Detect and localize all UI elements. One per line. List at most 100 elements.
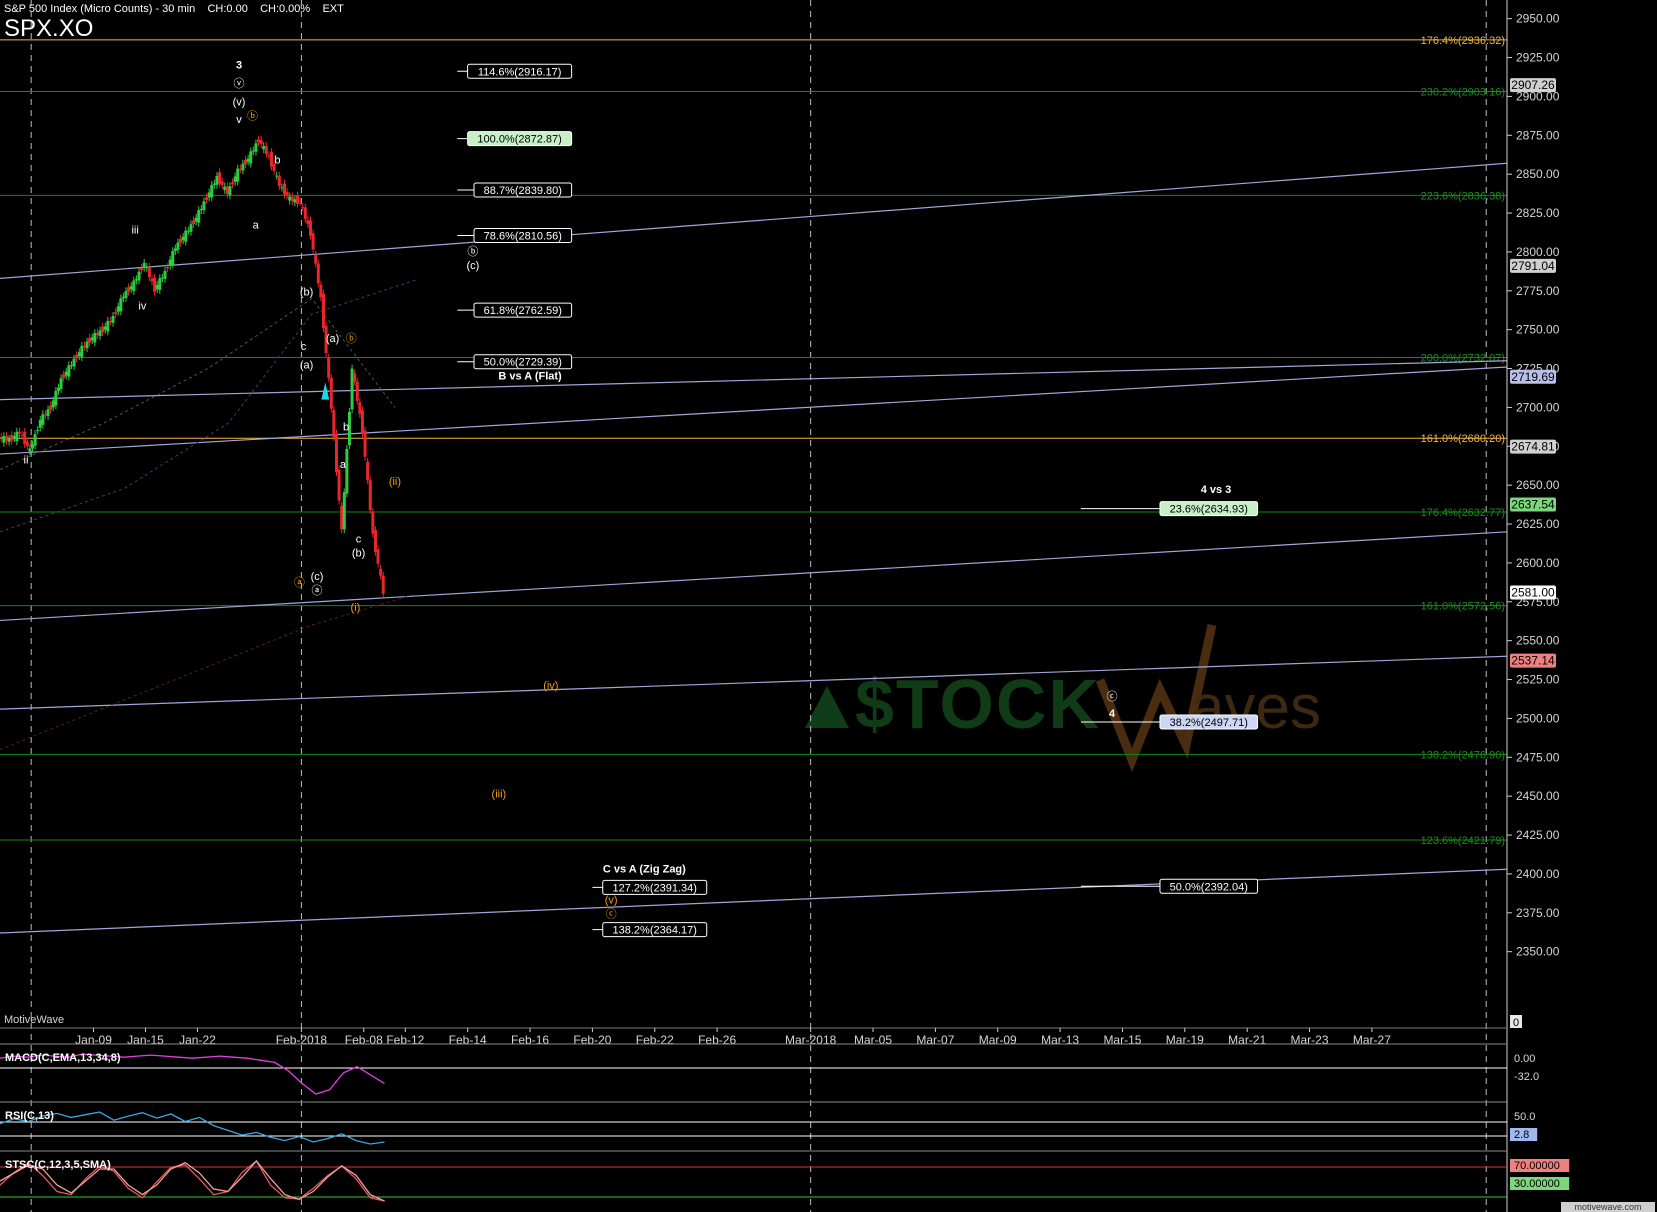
price-tick-label: 2525.00 (1516, 673, 1560, 687)
time-tick-label: Mar-23 (1291, 1033, 1329, 1047)
candle-body (98, 330, 102, 337)
candle-body (379, 568, 383, 576)
candle-body (306, 220, 310, 225)
candle-body (93, 333, 97, 343)
candle-body (332, 409, 336, 438)
candle-body (376, 549, 380, 564)
candle-body (101, 326, 105, 333)
watermark-brand-right: aves (1190, 673, 1321, 742)
candle-body (189, 224, 193, 232)
time-tick-label: Mar-09 (979, 1033, 1017, 1047)
indicator-tag-label: -32.0 (1514, 1071, 1539, 1083)
candle-body (231, 182, 235, 185)
candle-body (17, 431, 21, 434)
indicator-tag-label: 30.00000 (1514, 1178, 1560, 1190)
time-tick-label: Mar-21 (1228, 1033, 1266, 1047)
chart-canvas[interactable]: $TOCK aves 230.2%(2903.16) 223.6%(2836.38)… (0, 0, 1657, 1212)
candle-body (121, 296, 125, 299)
price-tick-label: 2550.00 (1516, 634, 1560, 648)
wave-label: b (274, 154, 280, 166)
candle-body (147, 266, 151, 278)
wave-label: (ii) (389, 476, 401, 488)
time-tick-label: Jan-22 (179, 1033, 216, 1047)
orange-fib-label: 161.0%(2680.20) (1421, 433, 1505, 445)
candle-body (69, 365, 73, 367)
candle-body (202, 201, 206, 211)
wave-label: ⓑ (467, 245, 478, 258)
candle-body (82, 345, 86, 347)
candle-body (225, 186, 229, 195)
candle-body (108, 320, 112, 322)
candle-body (275, 175, 279, 177)
candle-body (358, 402, 362, 414)
candle-body (153, 277, 157, 292)
candle-body (264, 146, 268, 155)
indicator-title: MACD(C,EMA,13,34,8) (5, 1052, 121, 1064)
indicator-line (0, 1111, 385, 1145)
candle-body (12, 436, 16, 439)
time-tick-label: Feb-20 (573, 1033, 611, 1047)
candle-body (56, 387, 60, 391)
candle-body (337, 469, 341, 501)
count-captions: B vs A (Flat) 4 vs 3 C vs A (Zig Zag) (498, 370, 1231, 875)
candle-body (129, 286, 133, 290)
wave-label: v (236, 114, 242, 126)
candle-body (329, 377, 333, 409)
candle-body (20, 434, 24, 436)
candle-body (168, 259, 172, 266)
candle-body (296, 195, 300, 204)
candle-body (192, 220, 196, 225)
candle-body (33, 434, 37, 446)
candle-body (28, 448, 32, 452)
count-caption: B vs A (Flat) (498, 370, 562, 382)
wave-label: ii (24, 454, 29, 466)
price-tick-label: 2700.00 (1516, 400, 1560, 414)
fib-target-label: 78.6%(2810.56) (484, 230, 562, 242)
wave-label: ⓥ (234, 77, 245, 90)
price-tick-label: 2450.00 (1516, 789, 1560, 803)
candle-body (244, 159, 248, 165)
candle-body (210, 184, 214, 198)
candle-body (381, 575, 385, 594)
candle-body (160, 277, 164, 279)
wave-label: c (301, 341, 307, 353)
indicator-tag-label: 50.0 (1514, 1111, 1535, 1123)
candle-body (205, 197, 209, 200)
candle-body (49, 405, 53, 410)
candle-body (36, 430, 40, 432)
candle-body (80, 345, 84, 358)
wave-label: (b) (352, 548, 365, 560)
candle-body (145, 266, 149, 268)
candle-body (246, 158, 250, 162)
candle-body (345, 448, 349, 494)
wave-label: c (356, 534, 362, 546)
time-tick-label: Feb-14 (449, 1033, 487, 1047)
indicator-tag-label: 70.00000 (1514, 1160, 1560, 1172)
price-candles[interactable] (0, 135, 385, 598)
candle-body (207, 192, 211, 198)
wave-label: ⓒ (606, 907, 617, 920)
candle-body (103, 326, 107, 330)
indicator-panels: MACD(C,EMA,13,34,8) 0.00 -32.0 RSI(C,13) 50.… (0, 1043, 1570, 1202)
price-tick-label: 2375.00 (1516, 906, 1560, 920)
time-tick-label: Mar-13 (1041, 1033, 1079, 1047)
price-tick-label: 2950.00 (1516, 12, 1560, 26)
trend-channel-lines[interactable] (0, 162, 1508, 934)
price-tag-label: 2719.69 (1511, 370, 1555, 384)
candle-body (184, 230, 188, 242)
wave-label: ⓑ (247, 110, 258, 123)
price-tick-label: 2875.00 (1516, 128, 1560, 142)
candle-body (308, 220, 312, 236)
candle-body (270, 152, 274, 167)
price-axis[interactable]: 2350.00 2375.00 2400.00 2425.00 2450.00 2475.… (1506, 0, 1560, 1212)
green-fib-label: 176.4%(2632.77) (1421, 507, 1505, 519)
candle-body (46, 409, 50, 417)
candle-body (277, 175, 281, 187)
candle-body (236, 168, 240, 182)
stockwaves-watermark: $TOCK aves (805, 624, 1321, 773)
green-fib-label: 161.0%(2572.56) (1421, 601, 1505, 613)
candle-body (88, 337, 92, 343)
candle-body (267, 155, 271, 157)
fib-target-label: 50.0%(2729.39) (484, 357, 562, 369)
wave-label: (c) (311, 571, 324, 583)
